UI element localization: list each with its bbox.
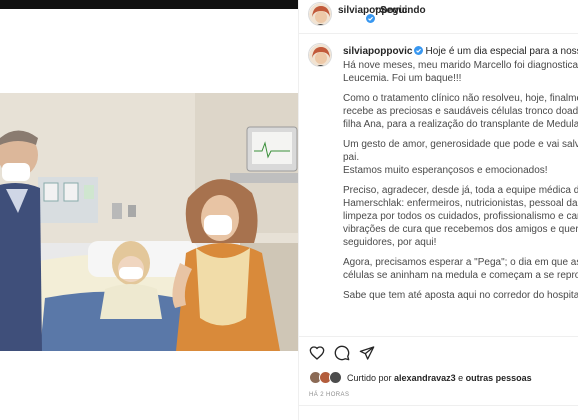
verified-badge-icon [414,46,424,55]
post-media-pane [0,9,298,420]
caption-username[interactable]: silviapoppovic [343,46,412,57]
liker-avatars[interactable] [309,371,343,385]
caption-line: Há nove meses, meu marido Marcello foi d… [343,60,578,71]
caption-first-line: silviapoppovic Hoje é um dia especial par… [343,46,578,57]
caption-line: recebe as preciosas e saudáveis células … [343,106,578,117]
liked-by-user-link[interactable]: alexandravaz3 [394,373,456,383]
caption-line: Preciso, agradecer, desde já, toda a equ… [343,185,578,196]
send-icon[interactable] [359,345,375,361]
post-header: silviapoppovic • Seguindo [299,0,578,34]
post-timestamp[interactable]: HÁ 2 HORAS [309,392,349,398]
hospital-photo-image [0,93,298,351]
caption-line: Hamerschlak: enfermeiros, nutricionistas… [343,198,578,209]
caption-text-first: Hoje é um dia especial para a nossa famí… [425,46,578,57]
liker-avatar [329,371,342,384]
avatar[interactable] [308,2,332,26]
post-photo[interactable] [0,93,298,351]
verified-badge-icon [366,14,375,23]
top-bar [0,0,298,9]
bottom-divider [299,405,578,406]
heart-icon[interactable] [309,345,325,361]
profile-picture [309,3,331,25]
caption-line: pai. [343,152,360,163]
post-sidebar: silviapoppovic • Seguindo silviapoppovic… [299,0,578,420]
following-button[interactable]: Seguindo [380,5,426,16]
liked-by-prefix: Curtido por [347,373,392,383]
caption-line: vibrações de cura que recebemos dos amig… [343,224,578,235]
caption-line: filha Ana, para a realização do transpla… [343,119,578,130]
header-separator: • [375,4,379,15]
caption-section: silviapoppovic Hoje é um dia especial par… [299,35,578,335]
caption-line: seguidores, por aqui! [343,237,437,248]
caption-line: Sabe que tem até aposta aqui no corredor… [343,290,578,301]
liked-by-connector: e [458,373,464,383]
caption-line: células se aninham na medula e começam a… [343,270,578,281]
caption-line: limpeza por todos os cuidados, profissio… [343,211,578,222]
comment-icon[interactable] [334,345,350,361]
actions-divider [299,336,578,337]
caption-line: Agora, precisamos esperar a "Pega"; o di… [343,257,578,268]
caption-line: Como o tratamento clínico não resolveu, … [343,93,578,104]
liked-by-text: Curtido por alexandravaz3 e outras pesso… [347,373,532,383]
caption-line: Leucemia. Foi um baque!!! [343,73,462,84]
caption-avatar[interactable] [308,43,332,67]
profile-picture [309,44,331,66]
liked-by-others-link[interactable]: outras pessoas [466,373,532,383]
caption-line: Estamos muito esperançosos e emocionados… [343,165,548,176]
caption-line: Um gesto de amor, generosidade que pode … [343,139,578,150]
